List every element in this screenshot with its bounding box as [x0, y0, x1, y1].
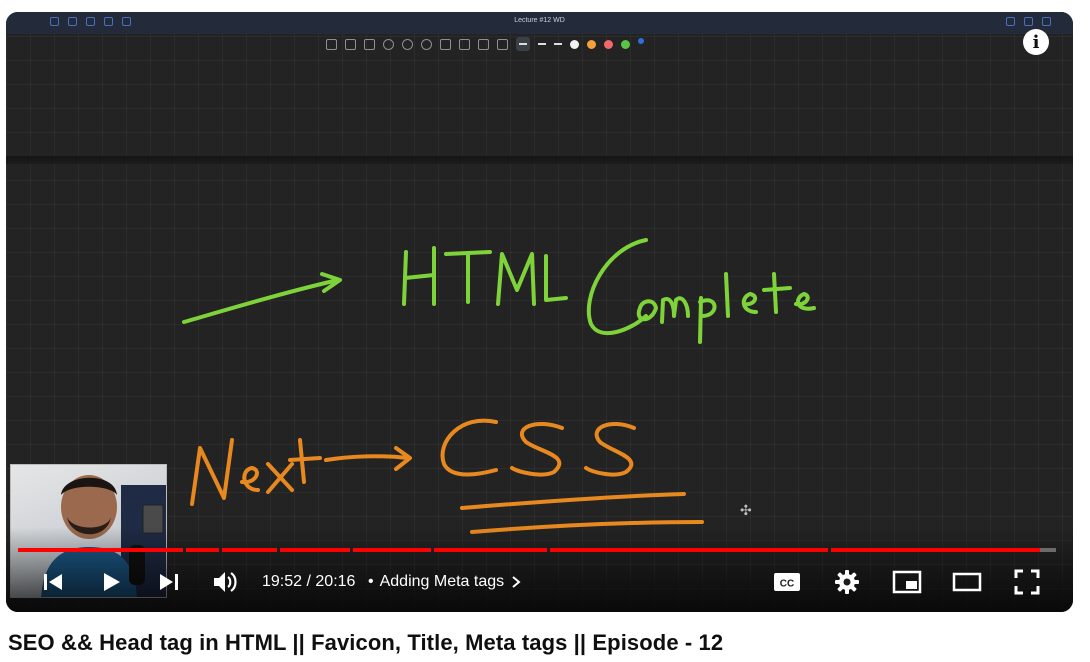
chapter-label: Adding Meta tags	[379, 573, 505, 590]
play-icon	[104, 573, 120, 591]
next-button[interactable]	[152, 560, 186, 604]
captions-icon: CC	[774, 573, 800, 591]
time-display: 19:52 / 20:16	[262, 573, 355, 591]
ink-letter-l	[544, 254, 568, 302]
fullscreen-button[interactable]	[1010, 560, 1044, 604]
chapter-marker	[350, 548, 353, 552]
chapter-marker	[183, 548, 186, 552]
chapter-marker	[219, 548, 222, 552]
settings-icon	[835, 570, 859, 594]
video-player[interactable]: Lecture #12 WD i ✣ 19:52 / 20:16 • Addin…	[6, 12, 1073, 612]
theater-mode-button[interactable]	[950, 560, 984, 604]
drawing-cursor-icon: ✣	[740, 502, 752, 518]
settings-button[interactable]	[830, 560, 864, 604]
ink-word-css	[440, 418, 498, 477]
chapter-marker	[547, 548, 550, 552]
chapter-button[interactable]: • Adding Meta tags	[368, 573, 522, 591]
player-controls: 19:52 / 20:16 • Adding Meta tags CC	[6, 560, 1073, 604]
mute-button[interactable]	[208, 560, 242, 604]
chapter-marker	[431, 548, 434, 552]
miniplayer-icon	[892, 570, 922, 594]
ink-word-complete	[586, 238, 648, 336]
chapter-bullet: •	[368, 573, 374, 590]
ink-underline-1	[460, 492, 686, 510]
theater-icon	[952, 572, 982, 592]
time-separator: /	[306, 573, 311, 590]
progress-played	[18, 548, 1041, 552]
progress-bar[interactable]	[18, 548, 1056, 552]
ink-arrow-1	[182, 278, 340, 324]
next-icon	[160, 574, 178, 590]
video-title[interactable]: SEO && Head tag in HTML || Favicon, Titl…	[8, 630, 723, 656]
ink-letter-m	[496, 252, 536, 306]
volume-icon	[214, 572, 237, 592]
previous-icon	[44, 574, 62, 590]
miniplayer-button[interactable]	[890, 560, 924, 604]
fullscreen-icon	[1014, 569, 1040, 595]
play-button[interactable]	[94, 560, 128, 604]
svg-text:CC: CC	[780, 579, 794, 590]
chapter-marker	[277, 548, 280, 552]
ink-arrow-2	[324, 454, 410, 462]
captions-button[interactable]: CC	[770, 560, 804, 604]
chevron-right-icon	[512, 576, 521, 588]
ink-word-next	[190, 438, 234, 506]
current-time: 19:52	[262, 573, 303, 590]
duration: 20:16	[315, 573, 356, 590]
chapter-marker	[828, 548, 831, 552]
previous-button[interactable]	[36, 560, 70, 604]
